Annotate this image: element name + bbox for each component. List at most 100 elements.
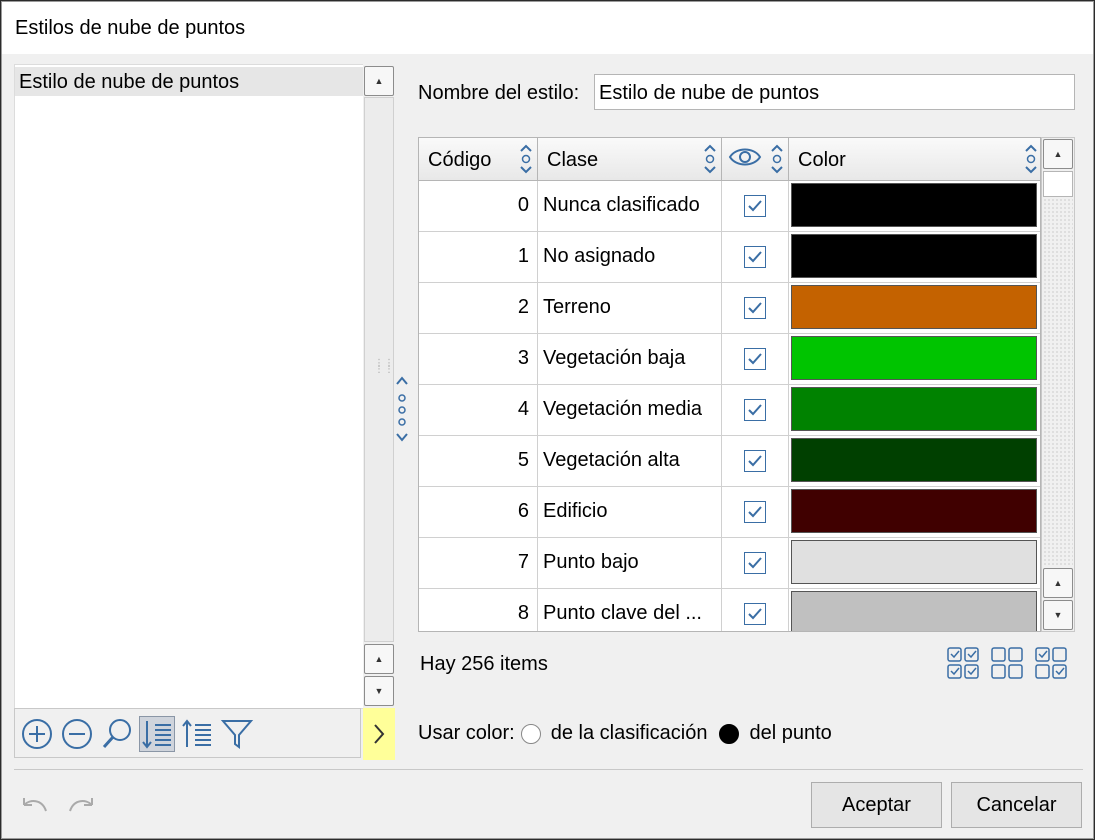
collapse-chevrons-icon bbox=[396, 376, 408, 442]
column-header-code[interactable]: Código bbox=[419, 138, 538, 180]
classification-grid: Código Clase Color 0 Nunca clasificado 1 No… bbox=[418, 137, 1041, 632]
scroll-track[interactable]: ⋮⋮ ⋮⋮ bbox=[364, 97, 394, 642]
visibility-checkbox[interactable] bbox=[744, 297, 766, 319]
use-color-label: Usar color: bbox=[418, 722, 515, 744]
remove-icon[interactable] bbox=[59, 716, 95, 752]
class-cell[interactable]: Vegetación baja bbox=[538, 334, 722, 384]
style-list-scrollbar[interactable]: ▲ ⋮⋮ ⋮⋮ ▲ ▼ bbox=[363, 64, 395, 709]
grid-header: Código Clase Color bbox=[419, 138, 1040, 181]
color-swatch[interactable] bbox=[791, 540, 1037, 584]
visibility-checkbox[interactable] bbox=[744, 195, 766, 217]
visibility-cell bbox=[722, 436, 789, 486]
style-list[interactable]: Estilo de nube de puntos bbox=[14, 64, 364, 709]
style-name-input[interactable]: Estilo de nube de puntos bbox=[594, 74, 1075, 110]
visibility-checkbox[interactable] bbox=[744, 348, 766, 370]
code-cell: 2 bbox=[419, 283, 538, 333]
select-all-icon[interactable] bbox=[946, 646, 980, 680]
table-row[interactable]: 3 Vegetación baja bbox=[419, 334, 1040, 385]
visibility-cell bbox=[722, 232, 789, 282]
grid-scrollbar[interactable]: ▲ ▲ ▼ bbox=[1041, 137, 1075, 632]
table-row[interactable]: 6 Edificio bbox=[419, 487, 1040, 538]
radio-classification-label[interactable]: de la clasificación bbox=[551, 722, 708, 745]
visibility-cell bbox=[722, 334, 789, 384]
grid-scroll-thumb[interactable] bbox=[1043, 171, 1073, 197]
style-list-item[interactable]: Estilo de nube de puntos bbox=[15, 67, 363, 96]
visibility-checkbox[interactable] bbox=[744, 603, 766, 625]
radio-point[interactable] bbox=[719, 723, 740, 744]
radio-classification[interactable] bbox=[520, 723, 541, 744]
select-none-icon[interactable] bbox=[990, 646, 1024, 680]
table-row[interactable]: 1 No asignado bbox=[419, 232, 1040, 283]
code-cell: 7 bbox=[419, 538, 538, 588]
column-header-class[interactable]: Clase bbox=[538, 138, 722, 180]
undo-icon[interactable] bbox=[18, 795, 50, 821]
search-icon[interactable] bbox=[99, 716, 135, 752]
items-count: Hay 256 items bbox=[420, 653, 548, 675]
visibility-checkbox[interactable] bbox=[744, 399, 766, 421]
scroll-up-button[interactable]: ▲ bbox=[364, 66, 394, 96]
color-swatch[interactable] bbox=[791, 234, 1037, 278]
cancel-button[interactable]: Cancelar bbox=[951, 782, 1082, 828]
scroll-up-button-lower[interactable]: ▲ bbox=[364, 644, 394, 674]
color-cell bbox=[789, 385, 1040, 435]
visibility-checkbox[interactable] bbox=[744, 246, 766, 268]
title-bar: Estilos de nube de puntos bbox=[2, 2, 1093, 54]
column-header-visibility[interactable] bbox=[722, 138, 789, 180]
dialog: Estilos de nube de puntos Estilo de nube… bbox=[1, 1, 1094, 839]
filter-icon[interactable] bbox=[219, 716, 255, 752]
table-row[interactable]: 4 Vegetación media bbox=[419, 385, 1040, 436]
code-cell: 4 bbox=[419, 385, 538, 435]
eye-icon bbox=[728, 148, 762, 166]
visibility-cell bbox=[722, 589, 789, 631]
color-swatch[interactable] bbox=[791, 387, 1037, 431]
table-row[interactable]: 8 Punto clave del ... bbox=[419, 589, 1040, 631]
color-swatch[interactable] bbox=[791, 438, 1037, 482]
add-icon[interactable] bbox=[19, 716, 55, 752]
visibility-cell bbox=[722, 385, 789, 435]
table-row[interactable]: 5 Vegetación alta bbox=[419, 436, 1040, 487]
class-cell[interactable]: Terreno bbox=[538, 283, 722, 333]
color-cell bbox=[789, 538, 1040, 588]
color-swatch[interactable] bbox=[791, 336, 1037, 380]
use-color-group: Usar color: de la clasificación del punt… bbox=[418, 722, 832, 745]
color-swatch[interactable] bbox=[791, 489, 1037, 533]
redo-icon[interactable] bbox=[66, 795, 98, 821]
table-row[interactable]: 0 Nunca clasificado bbox=[419, 181, 1040, 232]
grid-scroll-up-button-lower[interactable]: ▲ bbox=[1043, 568, 1073, 598]
class-cell[interactable]: Punto bajo bbox=[538, 538, 722, 588]
grid-scroll-track[interactable] bbox=[1043, 198, 1073, 566]
column-header-color[interactable]: Color bbox=[789, 138, 1040, 180]
grid-scroll-up-button[interactable]: ▲ bbox=[1043, 139, 1073, 169]
color-swatch[interactable] bbox=[791, 591, 1037, 631]
table-row[interactable]: 2 Terreno bbox=[419, 283, 1040, 334]
window-title: Estilos de nube de puntos bbox=[15, 17, 246, 39]
sort-icon bbox=[771, 144, 783, 174]
color-swatch[interactable] bbox=[791, 285, 1037, 329]
expand-button[interactable] bbox=[363, 708, 395, 760]
class-cell[interactable]: Vegetación media bbox=[538, 385, 722, 435]
class-cell[interactable]: Vegetación alta bbox=[538, 436, 722, 486]
class-cell[interactable]: Nunca clasificado bbox=[538, 181, 722, 231]
class-cell[interactable]: Punto clave del ... bbox=[538, 589, 722, 631]
visibility-checkbox[interactable] bbox=[744, 501, 766, 523]
color-cell bbox=[789, 283, 1040, 333]
grid-scroll-down-button[interactable]: ▼ bbox=[1043, 600, 1073, 630]
sort-descending-icon[interactable] bbox=[179, 716, 215, 752]
color-cell bbox=[789, 181, 1040, 231]
accept-button[interactable]: Aceptar bbox=[811, 782, 942, 828]
sort-icon bbox=[1025, 144, 1037, 174]
radio-point-label[interactable]: del punto bbox=[749, 722, 831, 745]
class-cell[interactable]: Edificio bbox=[538, 487, 722, 537]
visibility-checkbox[interactable] bbox=[744, 450, 766, 472]
sort-ascending-icon[interactable] bbox=[139, 716, 175, 752]
splitter-collapse-handle[interactable] bbox=[394, 374, 410, 450]
color-cell bbox=[789, 334, 1040, 384]
visibility-checkbox[interactable] bbox=[744, 552, 766, 574]
class-cell[interactable]: No asignado bbox=[538, 232, 722, 282]
code-cell: 3 bbox=[419, 334, 538, 384]
invert-selection-icon[interactable] bbox=[1034, 646, 1068, 680]
scroll-down-button[interactable]: ▼ bbox=[364, 676, 394, 706]
code-cell: 0 bbox=[419, 181, 538, 231]
color-swatch[interactable] bbox=[791, 183, 1037, 227]
table-row[interactable]: 7 Punto bajo bbox=[419, 538, 1040, 589]
